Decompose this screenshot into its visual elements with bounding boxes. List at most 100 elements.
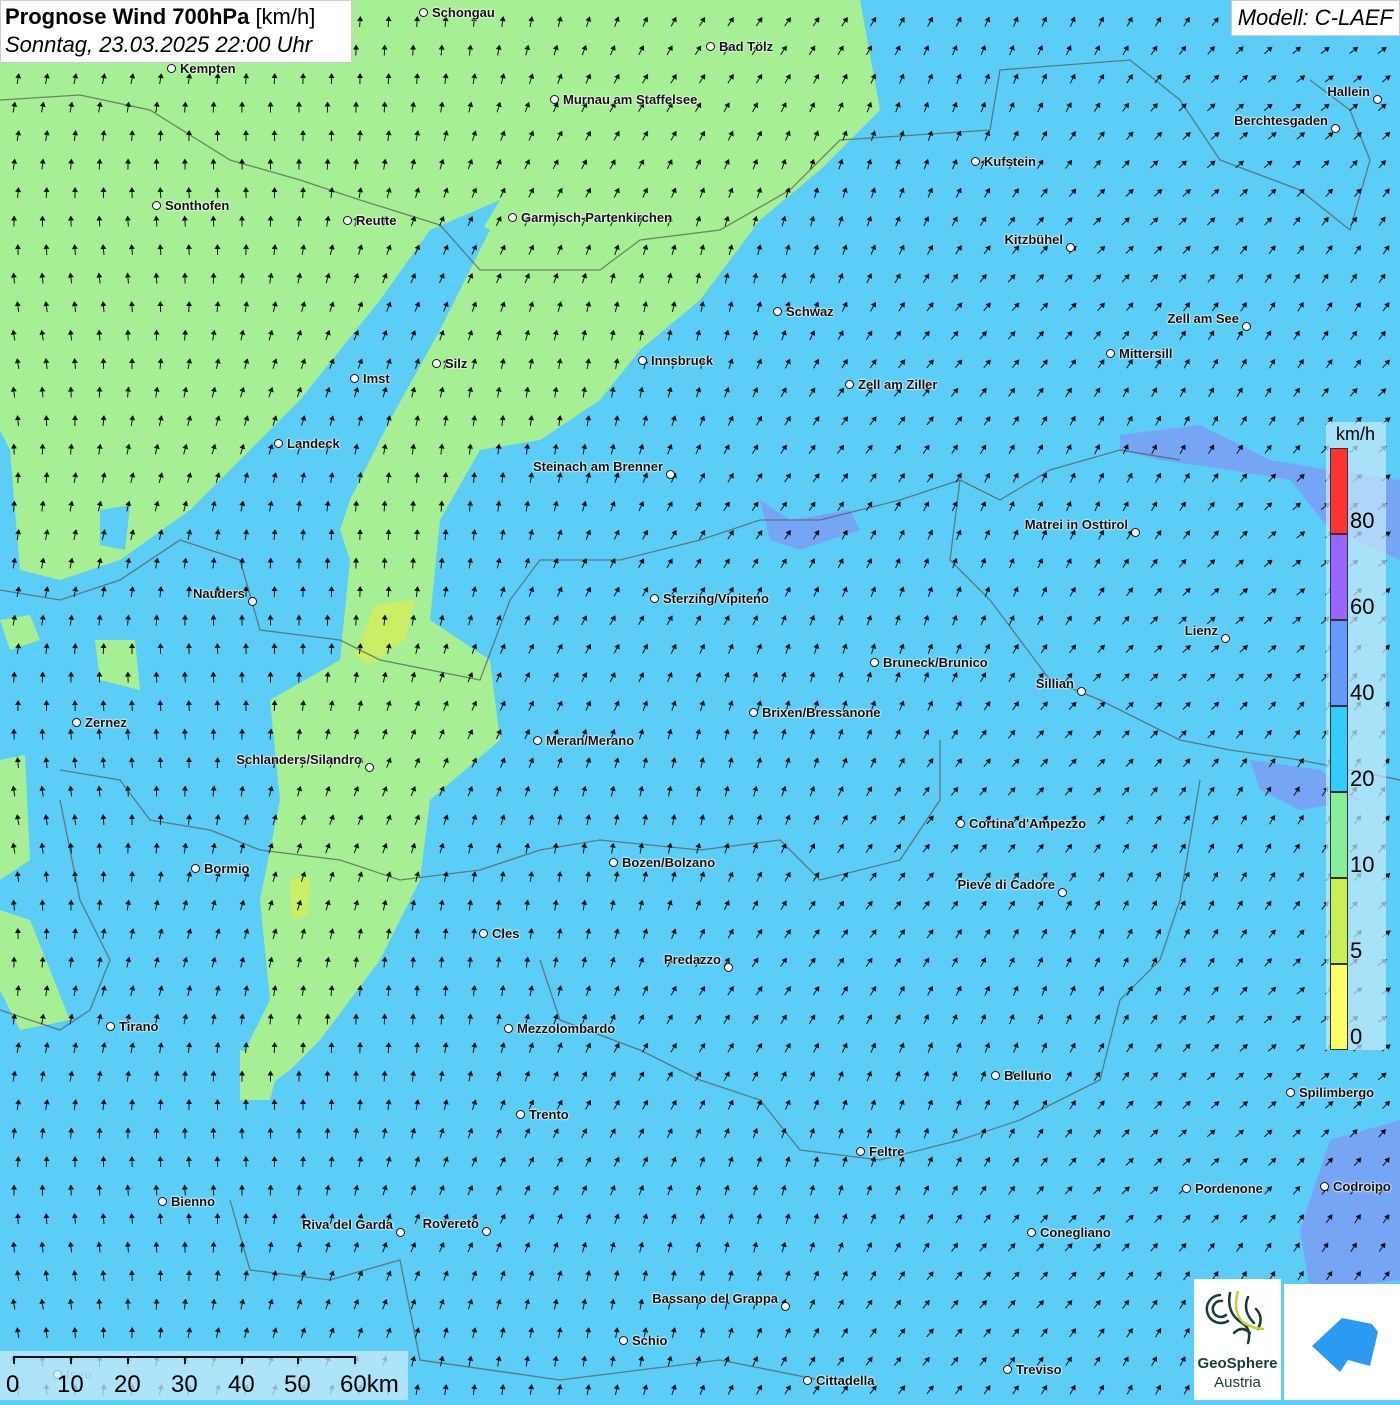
city-label: Kitzbühel [1005,233,1064,247]
legend-tick-label: 10 [1350,852,1374,878]
city-label: Zell am See [1167,312,1239,326]
city-label: Bozen/Bolzano [622,856,715,870]
city-label: Meran/Merano [546,734,634,748]
city-marker [1131,528,1140,537]
title-unit: [km/h] [255,4,315,29]
city-label: Belluno [1004,1069,1052,1083]
title-main: Prognose Wind 700hPa [5,4,249,29]
city-label: Zell am Ziller [858,378,937,392]
legend-swatch [1330,878,1348,964]
city-label: Matrei in Osttirol [1025,518,1128,532]
city-marker [666,470,675,479]
scale-label: 40 [228,1371,255,1399]
city-label: Predazzo [664,953,721,967]
city-marker [419,8,428,17]
city-label: Pordenone [1195,1182,1263,1196]
city-marker [508,213,517,222]
city-label: Garmisch-Partenkirchen [521,211,672,225]
city-marker [991,1071,1000,1080]
forecast-time: Sonntag, 23.03.2025 22:00 Uhr [5,32,347,58]
city-marker [781,1302,790,1311]
city-marker [619,1336,628,1345]
city-label: Kufstein [984,155,1036,169]
scale-bar: 0102030405060km [0,1351,408,1400]
city-marker [396,1228,405,1237]
scale-label: 0 [6,1371,19,1399]
city-label: Sterzing/Vipiteno [663,592,769,606]
city-label: Rovereto [423,1217,479,1231]
city-marker [1027,1228,1036,1237]
title-box: Prognose Wind 700hPa [km/h] Sonntag, 23.… [0,0,352,63]
city-marker [870,658,879,667]
scale-label: 50 [284,1371,311,1399]
city-label: Reutte [356,214,396,228]
city-label: Berchtesgaden [1234,114,1328,128]
city-label: Bassano del Grappa [652,1292,778,1306]
city-marker [971,157,980,166]
city-marker [706,42,715,51]
geosphere-logo-icon [1194,1279,1281,1355]
city-marker [191,864,200,873]
city-label: Landeck [287,437,340,451]
legend-tick-label: 80 [1350,508,1374,534]
legend-swatch [1330,620,1348,706]
city-marker [609,858,618,867]
city-label: Nauders [193,587,245,601]
city-label: Bienno [171,1195,215,1209]
city-marker [803,1376,812,1385]
page-title: Prognose Wind 700hPa [km/h] [5,4,347,30]
city-marker [504,1024,513,1033]
city-marker [158,1197,167,1206]
legend-swatch [1330,534,1348,620]
city-label: Cles [492,927,519,941]
city-label: Riva del Garda [302,1218,393,1232]
city-label: Hallein [1327,85,1370,99]
city-marker [72,718,81,727]
city-marker [845,380,854,389]
city-marker [1066,243,1075,252]
legend-unit: km/h [1336,424,1375,445]
city-marker [482,1227,491,1236]
city-label: Lienz [1185,624,1218,638]
city-marker [1106,349,1115,358]
city-label: Steinach am Brenner [533,460,663,474]
city-marker [106,1022,115,1031]
city-label: Sillian [1036,677,1074,691]
city-label: Innsbruck [651,354,713,368]
city-label: Spilimbergo [1299,1086,1374,1100]
scale-bar-ruler [0,1351,408,1371]
city-marker [167,64,176,73]
city-marker [365,763,374,772]
city-marker [248,597,257,606]
city-label: Bruneck/Brunico [883,656,988,670]
city-label: Zernez [85,716,127,730]
city-label: Sonthofen [165,199,229,213]
house-cloud-logo-icon [1284,1284,1400,1400]
city-label: Kempten [180,62,236,76]
scale-label: 30 [171,1371,198,1399]
city-label: Cittadella [816,1374,875,1388]
city-marker [1182,1184,1191,1193]
city-marker [350,374,359,383]
city-marker [152,201,161,210]
city-marker [856,1147,865,1156]
city-label: Mittersill [1119,347,1172,361]
city-marker [274,439,283,448]
app-logo[interactable] [1284,1284,1400,1400]
city-marker [533,736,542,745]
city-marker [1077,687,1086,696]
geosphere-austria-logo[interactable]: GeoSphere Austria [1194,1279,1281,1400]
legend-swatch [1330,792,1348,878]
city-marker [1320,1182,1329,1191]
city-label: Codroipo [1333,1180,1391,1194]
legend-swatch [1330,964,1348,1050]
legend-tick-label: 0 [1350,1024,1362,1050]
legend-tick-label: 20 [1350,766,1374,792]
legend-tick-label: 40 [1350,680,1374,706]
city-label: Brixen/Bressanone [762,706,881,720]
city-marker [724,963,733,972]
city-label: Schwaz [786,305,834,319]
city-marker [516,1110,525,1119]
legend-swatch [1330,448,1348,534]
city-marker [432,359,441,368]
